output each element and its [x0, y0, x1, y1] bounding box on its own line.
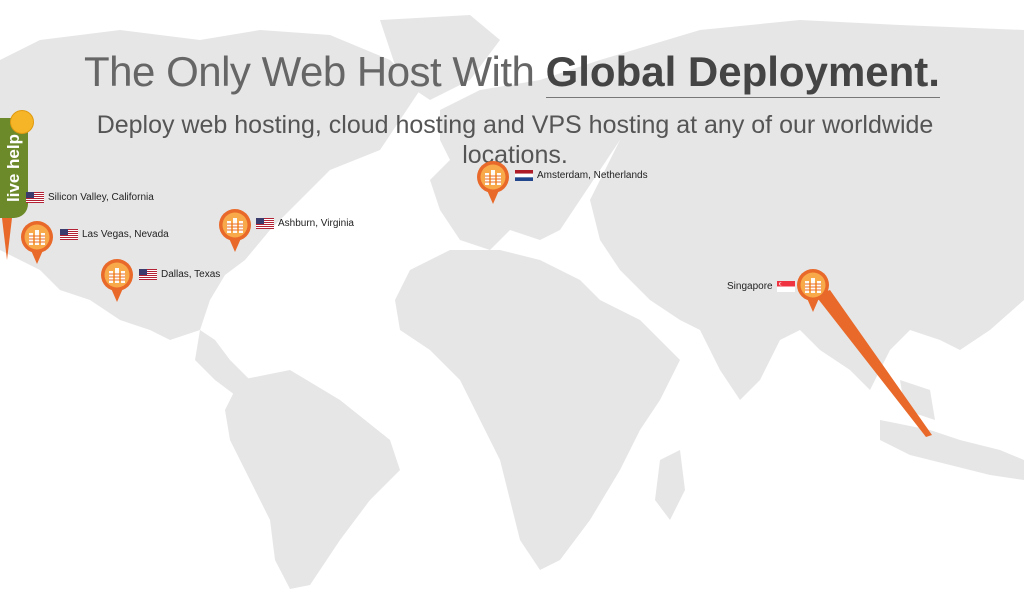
datacenter-pin-amsterdam[interactable]: [476, 160, 510, 204]
live-help-label: live help: [4, 133, 23, 203]
flag-sg-icon: [776, 281, 795, 292]
live-help-pointer: [2, 218, 12, 260]
flag-us-icon: [256, 218, 274, 229]
datacenter-pin-icon: [101, 259, 133, 302]
flag-us-icon: [60, 229, 78, 240]
datacenter-pin-singapore[interactable]: [796, 268, 830, 312]
location-name: Silicon Valley, California: [48, 192, 154, 203]
headline-strong: Global Deployment.: [545, 48, 940, 98]
location-label-silicon-valley[interactable]: Silicon Valley, California: [26, 192, 154, 203]
datacenter-pin-dallas[interactable]: [100, 258, 134, 302]
datacenter-pin-ashburn[interactable]: [218, 208, 252, 252]
location-label-singapore[interactable]: Singapore: [727, 281, 795, 292]
location-name: Las Vegas, Nevada: [82, 229, 169, 240]
location-label-dallas[interactable]: Dallas, Texas: [139, 269, 220, 280]
datacenter-pin-icon: [21, 221, 53, 264]
location-label-amsterdam[interactable]: Amsterdam, Netherlands: [515, 170, 648, 181]
datacenter-pin-las-vegas[interactable]: [20, 220, 54, 264]
datacenter-pin-icon: [477, 161, 509, 204]
page-headline: The Only Web Host With Global Deployment…: [0, 48, 1024, 98]
flag-us-icon: [139, 269, 157, 280]
datacenter-pin-icon: [797, 269, 829, 312]
location-label-ashburn[interactable]: Ashburn, Virginia: [256, 218, 354, 229]
location-name: Amsterdam, Netherlands: [537, 170, 648, 181]
flag-nl-icon: [515, 170, 533, 181]
page-subheadline: Deploy web hosting, cloud hosting and VP…: [96, 111, 934, 169]
live-help-status-dot: [10, 110, 34, 134]
location-name: Dallas, Texas: [161, 269, 221, 280]
location-label-las-vegas[interactable]: Las Vegas, Nevada: [60, 229, 169, 240]
flag-us-icon: [26, 192, 44, 203]
datacenter-pin-icon: [219, 209, 251, 252]
headline-light: The Only Web Host With: [84, 48, 546, 95]
location-name: Ashburn, Virginia: [278, 218, 354, 229]
location-name: Singapore: [727, 281, 773, 292]
